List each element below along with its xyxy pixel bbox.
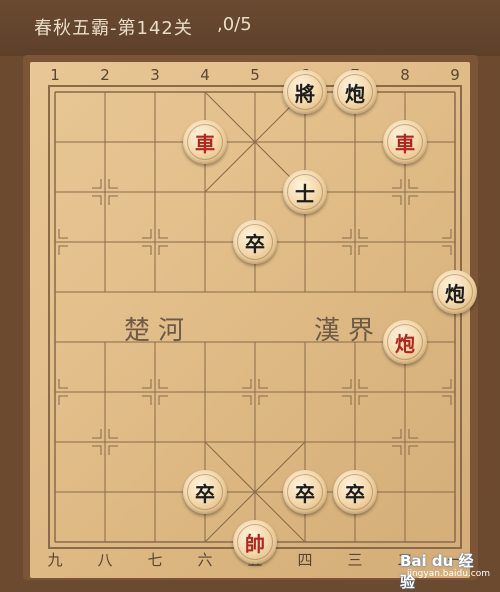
baidu-watermark: Bai du 经验 jingyan.baidu.com	[400, 550, 492, 591]
position-marker	[408, 445, 418, 455]
position-marker	[158, 245, 168, 255]
piece-label: 將	[295, 81, 315, 106]
position-marker	[108, 429, 118, 439]
position-marker	[342, 395, 352, 405]
position-marker	[158, 229, 168, 239]
black-piece[interactable]: 士	[283, 170, 327, 214]
black-piece[interactable]: 炮	[433, 270, 477, 314]
position-marker	[58, 379, 68, 389]
position-marker	[92, 179, 102, 189]
position-marker	[392, 445, 402, 455]
river-label-left: 楚河	[124, 316, 193, 346]
position-marker	[342, 229, 352, 239]
position-marker	[58, 395, 68, 405]
piece-label: 炮	[445, 281, 465, 306]
piece-label: 卒	[295, 481, 315, 506]
black-piece[interactable]: 卒	[233, 220, 277, 264]
position-marker	[392, 195, 402, 205]
position-marker	[392, 179, 402, 189]
position-marker	[408, 179, 418, 189]
position-marker	[58, 229, 68, 239]
piece-label: 炮	[345, 81, 365, 106]
position-marker	[92, 429, 102, 439]
board-grid	[48, 85, 462, 549]
position-marker	[242, 395, 252, 405]
position-marker	[258, 395, 268, 405]
position-marker	[92, 195, 102, 205]
position-marker	[142, 245, 152, 255]
position-marker	[442, 229, 452, 239]
position-marker	[392, 429, 402, 439]
black-piece[interactable]: 卒	[183, 470, 227, 514]
red-piece[interactable]: 車	[183, 120, 227, 164]
position-marker	[258, 379, 268, 389]
piece-label: 士	[295, 181, 315, 206]
position-marker	[358, 379, 368, 389]
position-marker	[92, 445, 102, 455]
position-marker	[108, 195, 118, 205]
piece-label: 卒	[345, 481, 365, 506]
piece-label: 車	[195, 131, 215, 156]
position-marker	[442, 245, 452, 255]
river-label-right: 漢界	[314, 316, 383, 346]
red-piece[interactable]: 車	[383, 120, 427, 164]
black-piece[interactable]: 卒	[283, 470, 327, 514]
position-marker	[158, 379, 168, 389]
position-marker	[342, 379, 352, 389]
black-piece[interactable]: 炮	[333, 70, 377, 114]
position-marker	[408, 195, 418, 205]
position-marker	[358, 245, 368, 255]
red-piece[interactable]: 帥	[233, 520, 277, 564]
position-marker	[158, 395, 168, 405]
red-piece[interactable]: 炮	[383, 320, 427, 364]
position-marker	[342, 245, 352, 255]
piece-label: 卒	[195, 481, 215, 506]
position-marker	[142, 229, 152, 239]
black-piece[interactable]: 卒	[333, 470, 377, 514]
black-piece[interactable]: 將	[283, 70, 327, 114]
position-marker	[242, 379, 252, 389]
position-marker	[442, 379, 452, 389]
position-marker	[142, 379, 152, 389]
position-marker	[108, 179, 118, 189]
piece-label: 炮	[395, 331, 415, 356]
position-marker	[442, 395, 452, 405]
piece-label: 車	[395, 131, 415, 156]
position-marker	[58, 245, 68, 255]
position-marker	[358, 229, 368, 239]
position-marker	[408, 429, 418, 439]
position-marker	[142, 395, 152, 405]
position-marker	[108, 445, 118, 455]
piece-label: 帥	[245, 531, 265, 556]
position-marker	[358, 395, 368, 405]
watermark-url: jingyan.baidu.com	[406, 569, 490, 579]
piece-label: 卒	[245, 231, 265, 256]
